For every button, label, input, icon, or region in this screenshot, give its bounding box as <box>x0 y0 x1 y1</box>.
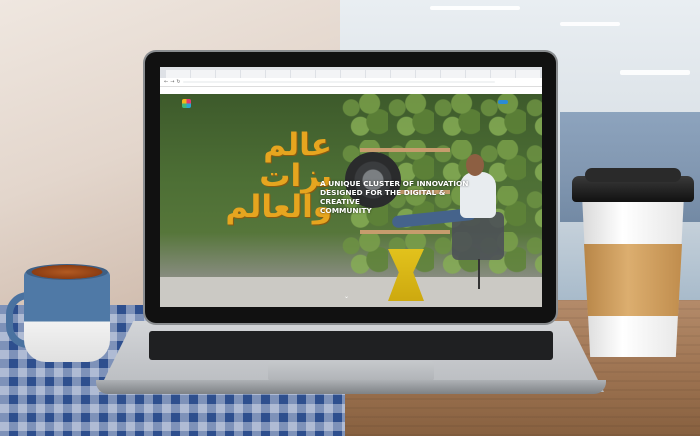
laptop-keyboard <box>149 331 553 360</box>
browser-tab[interactable] <box>391 70 415 78</box>
browser-tab-bar <box>160 67 542 78</box>
cup-sleeve <box>584 244 682 316</box>
browser-tab[interactable] <box>366 70 390 78</box>
site-logo[interactable] <box>176 99 196 108</box>
coffee-mug <box>24 270 110 362</box>
tagline-line2: DESIGNED FOR THE DIGITAL & CREATIVE <box>320 188 446 206</box>
yellow-stool <box>388 249 424 301</box>
back-icon[interactable]: ← <box>164 79 168 85</box>
ceiling-light <box>430 6 520 10</box>
browser-tab[interactable] <box>166 70 190 78</box>
wall-shelf <box>360 230 450 234</box>
chevron-down-icon[interactable]: ⌄ <box>344 293 349 300</box>
browser-tab[interactable] <box>191 70 215 78</box>
laptop-screen: ← → ↻ عالم بزات والعالم A UNIQUE CLUSTER… <box>160 67 542 307</box>
studio-floor <box>160 277 542 307</box>
forward-icon[interactable]: → <box>170 79 174 85</box>
browser-tab[interactable] <box>491 70 515 78</box>
browser-tab[interactable] <box>316 70 340 78</box>
arabic-title: عالم بزات والعالم <box>182 130 332 223</box>
browser-tab[interactable] <box>416 70 440 78</box>
website-hero: عالم بزات والعالم A UNIQUE CLUSTER OF IN… <box>160 94 542 307</box>
browser-tab[interactable] <box>241 70 265 78</box>
mug-coffee <box>26 264 108 280</box>
photo-scene: ← → ↻ عالم بزات والعالم A UNIQUE CLUSTER… <box>0 0 700 436</box>
cup-lid-top <box>585 168 681 182</box>
browser-tab[interactable] <box>466 70 490 78</box>
tagline-line3: COMMUNITY <box>320 206 372 215</box>
bookmarks-bar <box>160 87 542 94</box>
person-head <box>466 154 484 176</box>
reload-icon[interactable]: ↻ <box>176 79 180 85</box>
browser-tab[interactable] <box>516 70 540 78</box>
browser-tab[interactable] <box>216 70 240 78</box>
address-bar: ← → ↻ <box>160 78 542 87</box>
browser-tab[interactable] <box>441 70 465 78</box>
tagline-line1: A UNIQUE CLUSTER OF INNOVATION <box>320 179 469 188</box>
browser-tab[interactable] <box>291 70 315 78</box>
hero-tagline: A UNIQUE CLUSTER OF INNOVATION DESIGNED … <box>320 179 470 215</box>
url-input[interactable] <box>182 81 495 83</box>
laptop-base-edge <box>96 380 606 394</box>
cluster-logo-icon <box>181 99 191 108</box>
ceiling-light <box>620 70 690 75</box>
browser-tab[interactable] <box>266 70 290 78</box>
chair-leg <box>478 259 480 289</box>
arabic-title-line2: والعالم <box>225 189 332 225</box>
cta-button[interactable] <box>498 100 508 104</box>
arabic-title-line1: عالم بزات <box>259 127 332 194</box>
ceiling-light <box>560 22 620 26</box>
browser-tab[interactable] <box>341 70 365 78</box>
laptop-touchpad <box>268 361 434 381</box>
